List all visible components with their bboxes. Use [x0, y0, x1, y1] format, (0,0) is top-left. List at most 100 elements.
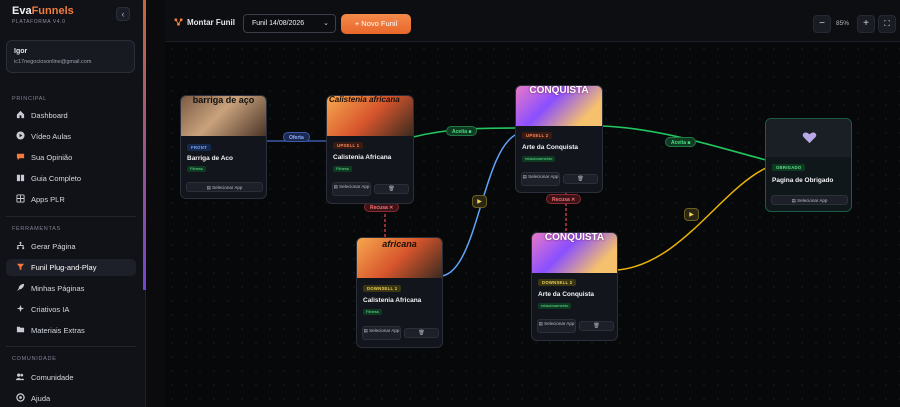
brand-name-b: Funnels	[31, 5, 74, 17]
node-upsell-1[interactable]: Calistenia africana UPSELL 1 Calistenia …	[326, 95, 414, 204]
sidebar-item-label: Dashboard	[31, 111, 68, 120]
select-app-button[interactable]: ▤ Selecionar App	[332, 182, 371, 196]
funnel-icon	[15, 262, 25, 272]
brand-name-a: Eva	[12, 5, 32, 17]
app-root: EvaFunnels PLATAFORMA V4.0 ‹ Igor ic17ne…	[0, 0, 900, 407]
sidebar-item-materiais-extras[interactable]: Materiais Extras	[6, 322, 136, 339]
funnel-select[interactable]: Funil 14/08/2026 ⌄	[243, 14, 336, 33]
sidebar: EvaFunnels PLATAFORMA V4.0 ‹ Igor ic17ne…	[0, 0, 146, 407]
node-category: relacionamento	[522, 156, 556, 162]
folder-icon	[15, 325, 25, 335]
node-downsell-2[interactable]: CONQUISTA DOWNSELL 2 Arte da Conquista r…	[531, 232, 618, 341]
node-category: Fitness	[363, 309, 382, 315]
node-upsell-1-banner: Calistenia africana	[327, 96, 413, 136]
edge-label-accept-1[interactable]: Aceita ■	[446, 126, 478, 136]
fit-view-icon: ⛶	[884, 19, 890, 28]
grid-icon	[15, 194, 25, 204]
trash-icon: 🗑	[593, 323, 600, 329]
users-icon	[15, 372, 25, 382]
collapse-sidebar-button[interactable]: ‹	[116, 7, 130, 21]
select-app-label: Selecionar App	[369, 328, 400, 333]
user-name: Igor	[14, 48, 28, 55]
trash-icon: 🗑	[418, 330, 425, 336]
fit-view-button[interactable]: ⛶	[878, 15, 896, 33]
node-tag: DOWNSELL 2	[538, 279, 577, 286]
select-app-label: Selecionar App	[339, 184, 370, 189]
sidebar-item-dashboard[interactable]: Dashboard	[6, 107, 136, 124]
node-obrigado[interactable]: OBRIGADO Pagina de Obrigado ▤ Selecionar…	[765, 118, 852, 212]
node-upsell-2-banner: CONQUISTA	[516, 86, 602, 126]
delete-node-button[interactable]: 🗑	[404, 328, 439, 338]
zoom-level: 85%	[836, 20, 850, 27]
node-front-banner: barriga de aço	[181, 96, 266, 136]
sidebar-item-label: Funil Plug-and-Play	[31, 263, 97, 272]
select-app-button[interactable]: ▤ Selecionar App	[186, 182, 263, 192]
sidebar-item-comunidade[interactable]: Comunidade	[6, 369, 136, 386]
page-title: Montar Funil	[187, 18, 235, 27]
node-front[interactable]: barriga de aço FRONT Barriga de Aco Fitn…	[180, 95, 267, 199]
node-tag: UPSELL 1	[333, 142, 364, 149]
edge-play-chip[interactable]: ▶	[684, 208, 699, 221]
section-title-principal: PRINCIPAL	[12, 96, 47, 102]
node-tag: UPSELL 2	[522, 132, 553, 139]
sidebar-item-sua-opiniao[interactable]: Sua Opinião	[6, 149, 136, 166]
select-app-button[interactable]: ▤ Selecionar App	[537, 319, 576, 333]
node-category: Fitness	[187, 166, 206, 172]
chevron-down-icon: ⌄	[323, 20, 329, 27]
sidebar-item-label: Ajuda	[31, 394, 51, 403]
node-title: Calistenia Africana	[363, 297, 422, 304]
user-card[interactable]	[6, 40, 135, 73]
sidebar-divider	[6, 216, 136, 217]
delete-node-button[interactable]: 🗑	[563, 174, 598, 184]
sidebar-item-gerar-pagina[interactable]: Gerar Página	[6, 238, 136, 255]
trash-icon: 🗑	[388, 186, 395, 192]
sidebar-item-ajuda[interactable]: Ajuda	[6, 390, 136, 407]
node-category: relacionamento	[538, 303, 572, 309]
edge-play-chip[interactable]: ▶	[472, 195, 487, 208]
node-downsell-1[interactable]: africana DOWNSELL 1 Calistenia Africana …	[356, 237, 443, 348]
sidebar-item-label: Criativos IA	[31, 305, 70, 314]
node-obrigado-banner	[766, 119, 851, 157]
select-app-button[interactable]: ▤ Selecionar App	[771, 195, 848, 205]
sidebar-item-apps-plr[interactable]: Apps PLR	[6, 191, 136, 208]
node-title: Arte da Conquista	[522, 144, 578, 151]
select-app-button[interactable]: ▤ Selecionar App	[521, 172, 560, 186]
new-funnel-button[interactable]: + Novo Funil	[341, 14, 411, 34]
sidebar-item-label: Vídeo Aulas	[31, 132, 72, 141]
trash-icon: 🗑	[577, 176, 584, 182]
banner-text: africana	[382, 239, 417, 249]
node-title: Arte da Conquista	[538, 291, 594, 298]
play-icon	[15, 131, 25, 141]
platform-version: PLATAFORMA V4.0	[12, 19, 66, 25]
sidebar-item-label: Sua Opinião	[31, 153, 73, 162]
zoom-in-button[interactable]: +	[857, 15, 875, 33]
funnel-builder-icon	[174, 18, 183, 26]
sidebar-item-guia-completo[interactable]: Guia Completo	[6, 170, 136, 187]
zoom-out-button[interactable]: −	[813, 15, 831, 33]
node-tag: DOWNSELL 1	[363, 285, 402, 292]
sidebar-item-funil-plug-and-play[interactable]: Funil Plug-and-Play	[6, 259, 136, 276]
chevron-left-icon: ‹	[121, 9, 125, 19]
edge-label-offer[interactable]: Oferta	[283, 132, 310, 142]
brand-logo[interactable]: EvaFunnels	[12, 5, 74, 17]
node-upsell-2[interactable]: CONQUISTA UPSELL 2 Arte da Conquista rel…	[515, 85, 603, 193]
select-app-label: Selecionar App	[797, 198, 828, 203]
sidebar-item-label: Comunidade	[31, 373, 74, 382]
rocket-icon	[15, 283, 25, 293]
select-app-button[interactable]: ▤ Selecionar App	[362, 326, 401, 340]
node-tag: FRONT	[187, 144, 211, 151]
edge-label-decline-2[interactable]: Recusa ✕	[546, 194, 582, 204]
delete-node-button[interactable]: 🗑	[374, 184, 409, 194]
edge-label-accept-2[interactable]: Aceita ■	[665, 137, 697, 147]
select-app-label: Selecionar App	[544, 321, 575, 326]
section-title-comunidade: COMUNIDADE	[12, 356, 57, 362]
sparkle-icon	[15, 304, 25, 314]
sidebar-item-criativos-ia[interactable]: Criativos IA	[6, 301, 136, 318]
sidebar-item-video-aulas[interactable]: Vídeo Aulas	[6, 128, 136, 145]
delete-node-button[interactable]: 🗑	[579, 321, 614, 331]
select-app-label: Selecionar App	[528, 174, 559, 179]
banner-text: CONQUISTA	[544, 232, 605, 243]
sidebar-item-minhas-paginas[interactable]: Minhas Páginas	[6, 280, 136, 297]
banner-text: CONQUISTA	[529, 85, 589, 96]
node-downsell-2-banner: CONQUISTA	[532, 233, 617, 273]
